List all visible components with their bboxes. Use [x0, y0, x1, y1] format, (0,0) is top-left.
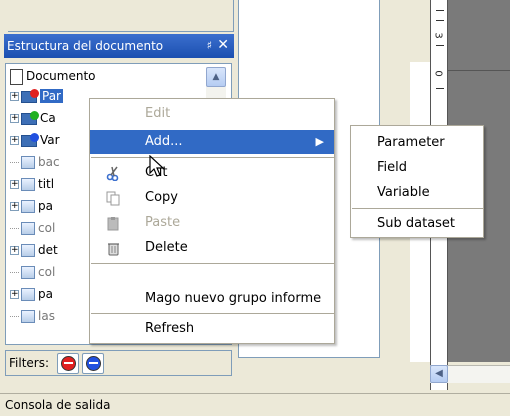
- submenu-item-parameter[interactable]: Parameter: [351, 131, 483, 155]
- band-icon: [21, 200, 35, 213]
- add-submenu: Parameter Field Variable Sub dataset: [350, 125, 484, 238]
- band-icon: [21, 156, 35, 169]
- top-pane-frame: [8, 0, 234, 32]
- menu-item-paste[interactable]: Paste: [90, 211, 334, 235]
- tree-item-label: bac: [38, 155, 60, 169]
- tree-item-band[interactable]: col: [10, 218, 55, 240]
- trash-icon: [108, 243, 119, 256]
- menu-item-cut[interactable]: Cut: [90, 161, 334, 185]
- tree-item-variables[interactable]: + Var: [10, 130, 60, 152]
- scissors-icon: [106, 166, 119, 181]
- scroll-up-icon[interactable]: ▲: [206, 67, 226, 87]
- copy-icon: [106, 191, 120, 206]
- tree-item-label: las: [38, 309, 55, 323]
- band-icon: [21, 310, 35, 323]
- menu-item-edit[interactable]: Edit: [90, 102, 334, 126]
- expand-icon[interactable]: +: [10, 180, 19, 189]
- band-icon: [21, 288, 35, 301]
- tree-root[interactable]: Documento: [10, 66, 96, 88]
- expand-icon[interactable]: +: [10, 136, 19, 145]
- tree-item-parameters[interactable]: + Par: [10, 86, 63, 108]
- tree-item-label: Par: [40, 89, 63, 103]
- band-icon: [21, 178, 35, 191]
- expand-icon[interactable]: +: [10, 114, 19, 123]
- tree-item-band[interactable]: + det: [10, 240, 58, 262]
- ruler-number: 0: [432, 70, 444, 77]
- menu-separator: [91, 313, 334, 314]
- expand-icon[interactable]: +: [10, 92, 19, 101]
- filters-bar: Filters:: [5, 350, 232, 376]
- menu-item-refresh[interactable]: Refresh: [90, 317, 334, 341]
- tree-item-band[interactable]: col: [10, 262, 55, 284]
- band-icon: [21, 244, 35, 257]
- tree-item-label: Ca: [40, 111, 56, 125]
- tree-item-band[interactable]: bac: [10, 152, 60, 174]
- parameters-folder-icon: [21, 88, 39, 103]
- band-icon: [21, 266, 35, 279]
- paste-icon: [107, 217, 119, 231]
- submenu-item-field[interactable]: Field: [351, 156, 483, 180]
- tree-root-label: Documento: [26, 69, 96, 83]
- expand-icon[interactable]: +: [10, 202, 19, 211]
- document-icon: [10, 68, 23, 85]
- band-icon: [21, 222, 35, 235]
- fields-folder-icon: [21, 110, 39, 125]
- tree-item-label: titl: [38, 177, 55, 191]
- variables-folder-icon: [21, 132, 39, 147]
- console-title: Consola de salida: [5, 398, 111, 412]
- menu-separator: [91, 157, 334, 158]
- ruler-number: 3: [432, 32, 444, 39]
- expand-icon[interactable]: +: [10, 290, 19, 299]
- filter-red-button[interactable]: [57, 353, 79, 374]
- band-divider: [448, 70, 510, 71]
- menu-item-delete[interactable]: Delete: [90, 236, 334, 260]
- tree-item-label: pa: [38, 199, 53, 213]
- tree-item-label: det: [38, 243, 58, 257]
- scroll-left-icon[interactable]: ◀: [430, 365, 448, 383]
- menu-separator: [352, 208, 483, 209]
- tree-item-band[interactable]: + titl: [10, 174, 54, 196]
- tree-item-label: pa: [38, 287, 53, 301]
- output-console-title[interactable]: Consola de salida: [0, 393, 510, 415]
- panel-title-text: Estructura del documento: [7, 39, 164, 53]
- menu-item-add[interactable]: Add... ▶: [90, 130, 334, 154]
- filters-label: Filters:: [9, 356, 50, 370]
- menu-separator: [91, 263, 334, 264]
- menu-item-copy[interactable]: Copy: [90, 186, 334, 210]
- submenu-item-sub-dataset[interactable]: Sub dataset: [351, 212, 483, 236]
- structure-panel-title: Estructura del documento ♯ ✕: [4, 34, 234, 58]
- context-menu: Edit Add...▶ Cut Copy Paste Delete Mago …: [89, 98, 335, 344]
- tree-item-band[interactable]: las: [10, 306, 55, 328]
- tree-item-label: col: [38, 221, 56, 235]
- close-icon[interactable]: ✕: [217, 33, 229, 57]
- mouse-cursor-icon: [149, 155, 165, 177]
- filter-blue-button[interactable]: [82, 353, 104, 374]
- submenu-item-variable[interactable]: Variable: [351, 181, 483, 205]
- menu-item-new-group-wizard[interactable]: Mago nuevo grupo informe: [90, 287, 334, 311]
- tree-item-label: col: [38, 265, 56, 279]
- expand-icon[interactable]: +: [10, 246, 19, 255]
- tree-item-label: Var: [40, 133, 60, 147]
- page-bottom-area: [238, 357, 380, 390]
- pin-icon[interactable]: ♯: [207, 34, 212, 58]
- submenu-arrow-icon: ▶: [315, 135, 324, 148]
- tree-item-fields[interactable]: + Ca: [10, 108, 56, 130]
- tree-item-band[interactable]: + pa: [10, 284, 53, 306]
- tree-item-band[interactable]: + pa: [10, 196, 53, 218]
